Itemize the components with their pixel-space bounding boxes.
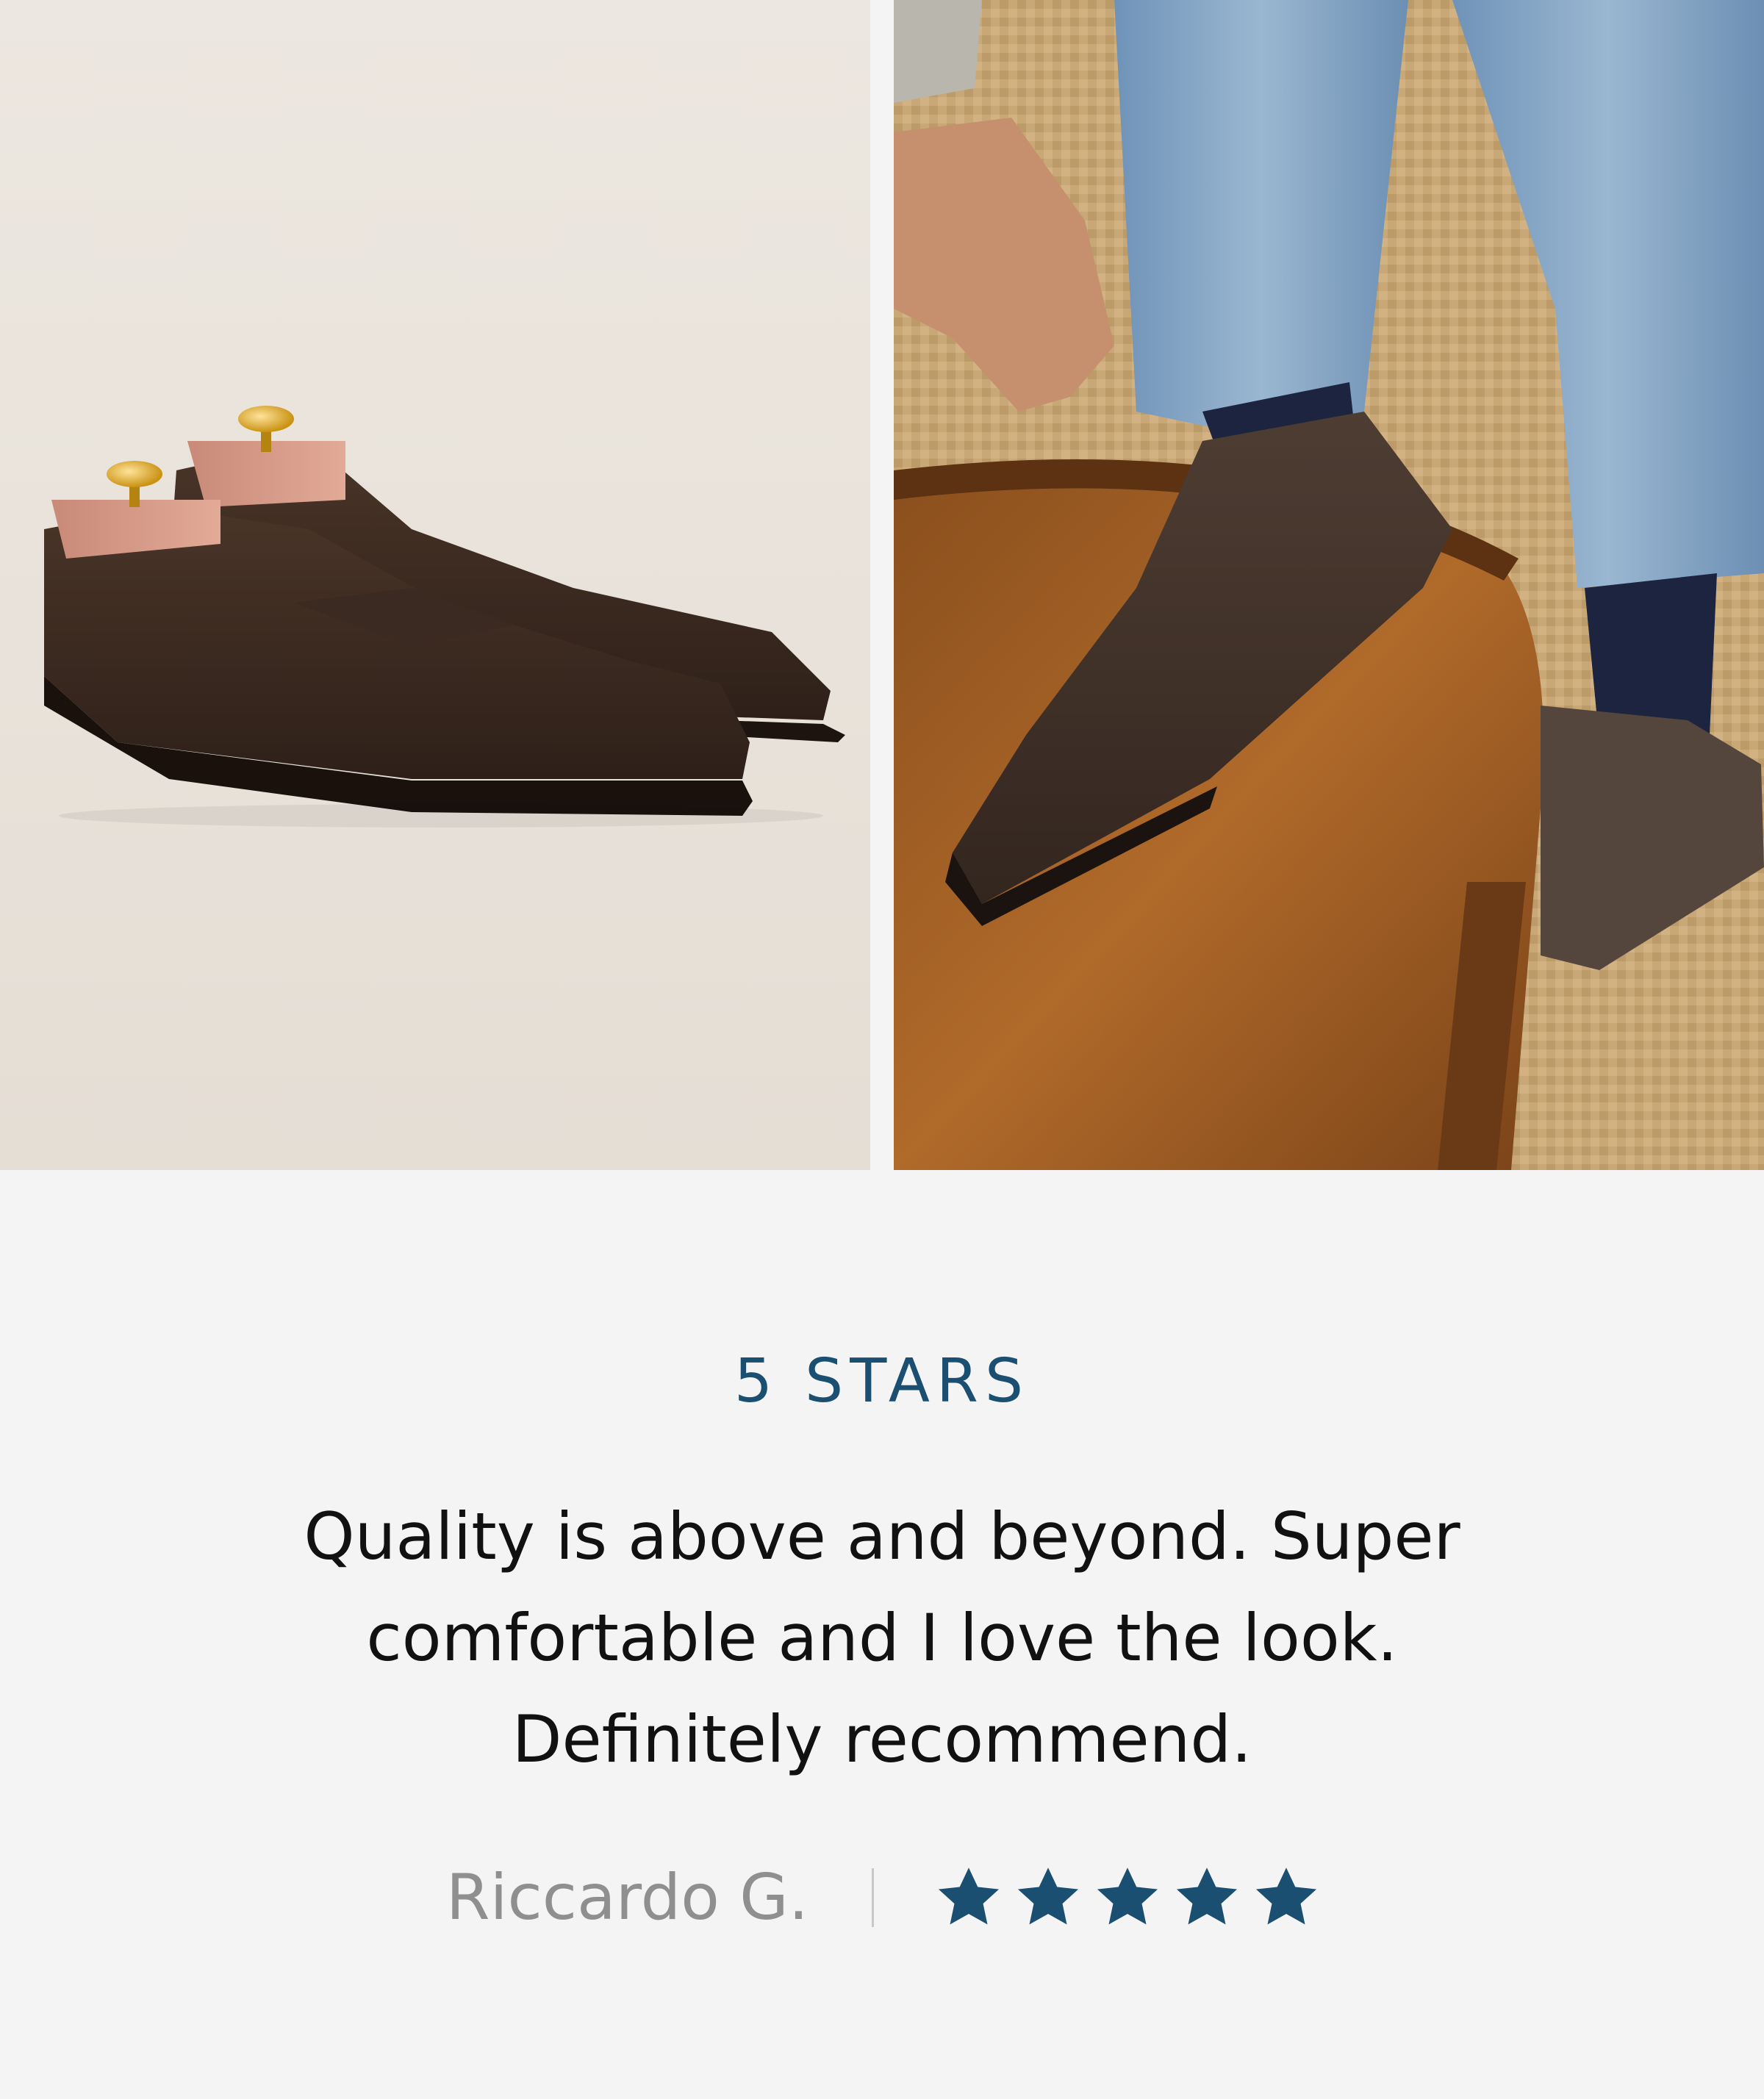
star-icon [937,1866,1000,1929]
star-rating [937,1866,1318,1929]
review-author: Riccardo G. [445,1861,809,1934]
star-icon [1096,1866,1159,1929]
review-section: 5 STARS Quality is above and beyond. Sup… [0,1170,1764,2099]
review-footer: Riccardo G. [0,1854,1764,1942]
star-icon [1255,1866,1318,1929]
review-card: 5 STARS Quality is above and beyond. Sup… [0,0,1764,2099]
review-quote: Quality is above and beyond. Super comfo… [294,1486,1470,1790]
star-icon [1017,1866,1080,1929]
product-photo [0,0,870,1170]
star-icon [1175,1866,1238,1929]
review-quote-line: comfortable and I love the look. [366,1600,1398,1676]
lifestyle-photo-illustration [894,0,1764,1170]
footer-divider [872,1868,875,1927]
review-quote-line: Quality is above and beyond. Super [304,1499,1460,1574]
lifestyle-photo [894,0,1764,1170]
review-quote-line: Definitely recommend. [512,1701,1252,1777]
review-heading: 5 STARS [734,1346,1030,1416]
product-photo-illustration [0,0,870,1170]
